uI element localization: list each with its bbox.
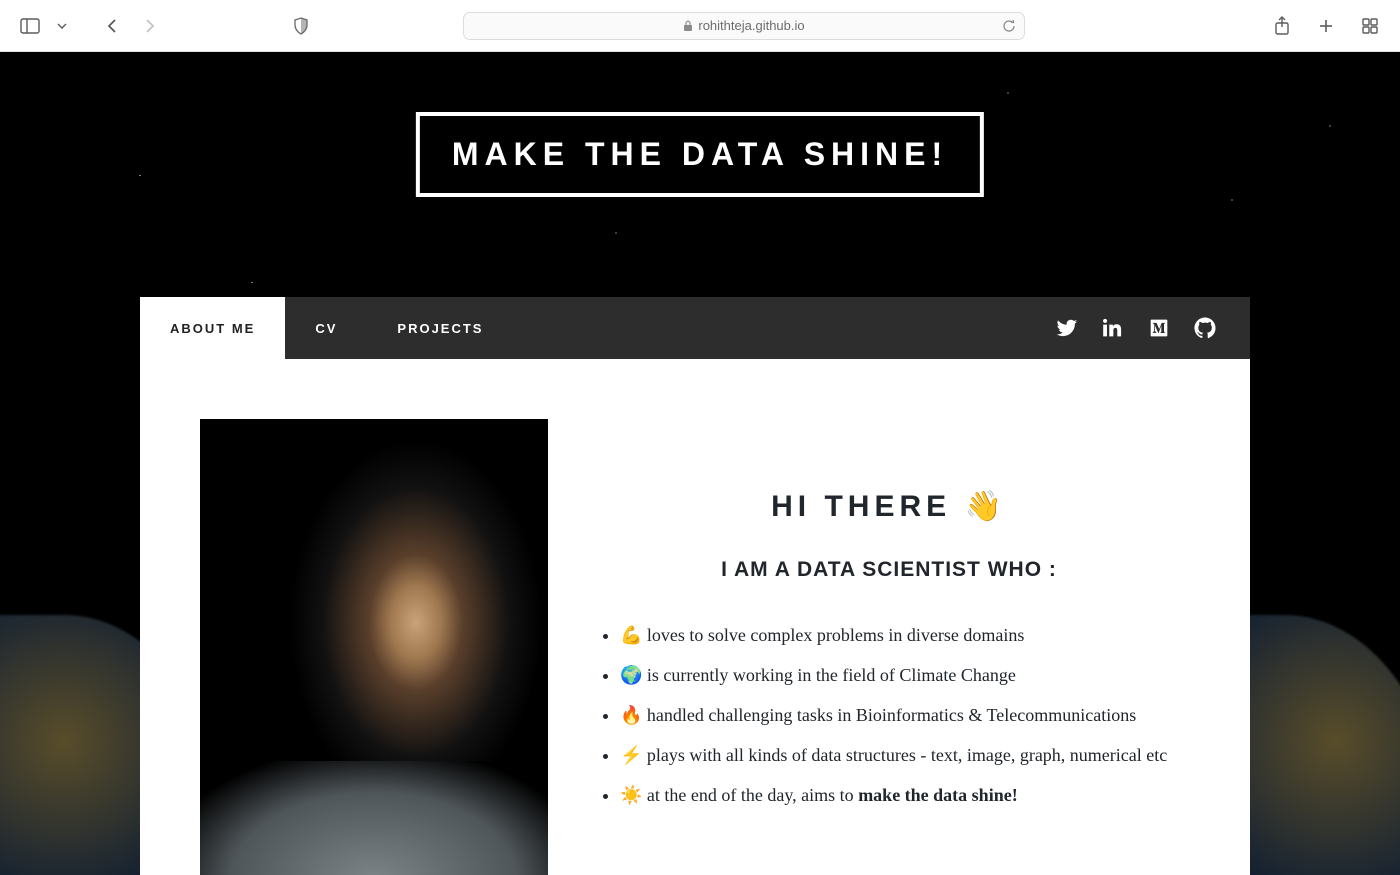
forward-button xyxy=(138,14,162,38)
reload-icon[interactable] xyxy=(1002,19,1016,33)
portrait-photo xyxy=(200,419,548,875)
hero-title: MAKE THE DATA SHINE! xyxy=(452,136,948,173)
twitter-icon[interactable] xyxy=(1056,317,1078,339)
list-item: 🔥 handled challenging tasks in Bioinform… xyxy=(620,702,1190,728)
new-tab-icon[interactable] xyxy=(1314,14,1338,38)
list-item: 🌍 is currently working in the field of C… xyxy=(620,662,1190,688)
tab-about-me[interactable]: ABOUT ME xyxy=(140,297,285,359)
hero-banner: MAKE THE DATA SHINE! xyxy=(416,112,984,197)
list-item-text: ☀️ at the end of the day, aims to xyxy=(620,785,858,805)
chevron-down-icon[interactable] xyxy=(56,14,68,38)
bio-heading: HI THERE 👋 xyxy=(588,489,1190,524)
medium-icon[interactable] xyxy=(1148,317,1170,339)
tab-projects[interactable]: PROJECTS xyxy=(367,297,513,359)
social-links xyxy=(1056,297,1250,359)
bio-list: 💪 loves to solve complex problems in div… xyxy=(588,622,1190,808)
about-content: HI THERE 👋 I AM A DATA SCIENTIST WHO : 💪… xyxy=(140,359,1250,875)
list-item: ☀️ at the end of the day, aims to make t… xyxy=(620,782,1190,808)
sidebar-toggle-icon[interactable] xyxy=(18,14,42,38)
bio-section: HI THERE 👋 I AM A DATA SCIENTIST WHO : 💪… xyxy=(588,419,1190,875)
tab-label: PROJECTS xyxy=(397,321,483,336)
github-icon[interactable] xyxy=(1194,317,1216,339)
lock-icon xyxy=(683,20,693,32)
browser-toolbar: rohithteja.github.io xyxy=(0,0,1400,52)
page: MAKE THE DATA SHINE! ABOUT ME CV PROJECT… xyxy=(0,52,1400,875)
tab-cv[interactable]: CV xyxy=(285,297,367,359)
tab-overview-icon[interactable] xyxy=(1358,14,1382,38)
tab-label: ABOUT ME xyxy=(170,321,255,336)
tab-label: CV xyxy=(315,321,337,336)
content-card: ABOUT ME CV PROJECTS HI xyxy=(140,297,1250,875)
url-text: rohithteja.github.io xyxy=(698,18,804,33)
linkedin-icon[interactable] xyxy=(1102,317,1124,339)
tab-bar: ABOUT ME CV PROJECTS xyxy=(140,297,1250,359)
list-item: ⚡ plays with all kinds of data structure… xyxy=(620,742,1190,768)
privacy-shield-icon[interactable] xyxy=(289,14,313,38)
bio-subheading: I AM A DATA SCIENTIST WHO : xyxy=(588,558,1190,582)
list-item: 💪 loves to solve complex problems in div… xyxy=(620,622,1190,648)
back-button[interactable] xyxy=(100,14,124,38)
share-icon[interactable] xyxy=(1270,14,1294,38)
url-bar[interactable]: rohithteja.github.io xyxy=(463,12,1025,40)
list-item-bold: make the data shine! xyxy=(858,785,1018,805)
